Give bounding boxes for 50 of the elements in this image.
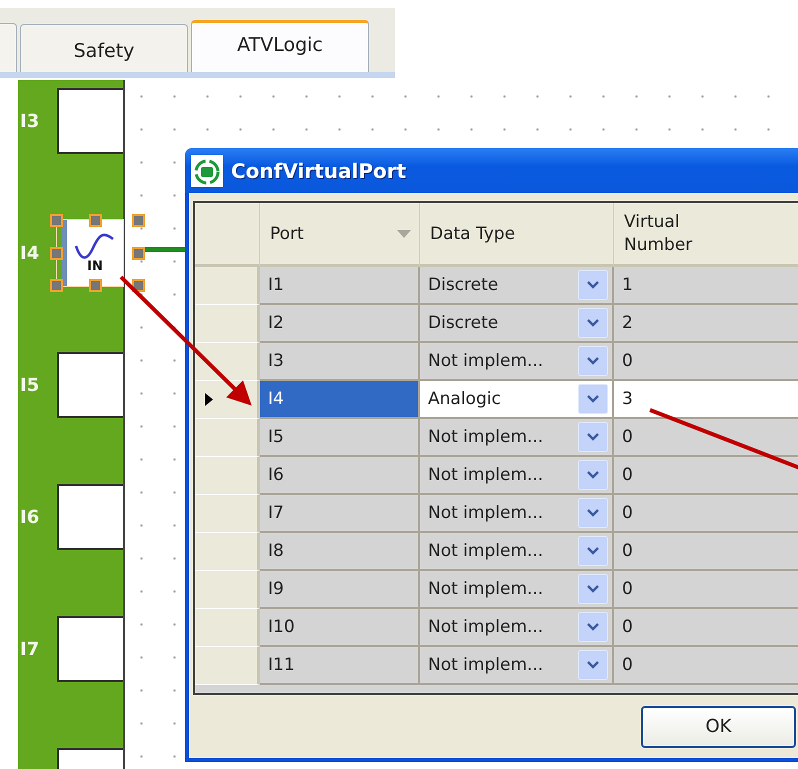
sort-arrow-icon [397, 230, 411, 238]
port-label: I7 [19, 638, 40, 660]
table-cell: I2 [260, 305, 420, 343]
port-label: I5 [19, 374, 40, 396]
resize-handle[interactable] [89, 279, 102, 292]
type-select[interactable]: Not implem... [420, 533, 614, 571]
tab[interactable]: Safety [20, 24, 188, 72]
table-cell: I10 [260, 609, 420, 647]
type-select[interactable]: Not implem... [420, 571, 614, 609]
table-cell: I3 [260, 343, 420, 381]
tab[interactable] [0, 23, 17, 72]
resize-handle[interactable] [50, 279, 63, 292]
type-select[interactable]: Not implem... [420, 609, 614, 647]
column-header[interactable]: Data Type [420, 203, 614, 267]
type-select[interactable]: Discrete [420, 305, 614, 343]
corner-header [195, 203, 260, 267]
app-icon [191, 154, 223, 186]
column-header[interactable]: Port [260, 203, 420, 267]
ok-button[interactable]: OK [641, 706, 796, 748]
port-label: I4 [19, 242, 40, 264]
block-label: IN [87, 258, 103, 274]
type-select[interactable]: Not implem... [420, 343, 614, 381]
resize-handle[interactable] [50, 247, 63, 260]
tab[interactable]: ATVLogic [191, 20, 369, 72]
table-cell: I7 [260, 495, 420, 533]
table-cell: I9 [260, 571, 420, 609]
resize-handle[interactable] [89, 214, 102, 227]
row-header[interactable] [195, 343, 260, 381]
type-select[interactable]: Not implem... [420, 457, 614, 495]
table-cell: I4 [260, 381, 420, 419]
type-select[interactable]: Not implem... [420, 495, 614, 533]
port-label: I3 [19, 110, 40, 132]
table-cell: 3 [614, 381, 798, 419]
table-cell: I11 [260, 647, 420, 685]
column-header[interactable]: Virtual Number [614, 203, 798, 267]
resize-handle[interactable] [132, 214, 145, 227]
table-cell: I5 [260, 419, 420, 457]
type-select[interactable]: Not implem... [420, 647, 614, 685]
table-cell: I8 [260, 533, 420, 571]
port-label: I6 [19, 506, 40, 528]
table-cell: I6 [260, 457, 420, 495]
table-cell: I1 [260, 267, 420, 305]
current-row-icon [205, 393, 213, 406]
type-select[interactable]: Discrete [420, 267, 614, 305]
dialog-title: ConfVirtualPort [231, 158, 406, 182]
type-select[interactable]: Analogic [420, 381, 614, 419]
input-block[interactable]: IN [62, 220, 123, 286]
type-select[interactable]: Not implem... [420, 419, 614, 457]
resize-handle[interactable] [132, 247, 145, 260]
resize-handle[interactable] [50, 214, 63, 227]
